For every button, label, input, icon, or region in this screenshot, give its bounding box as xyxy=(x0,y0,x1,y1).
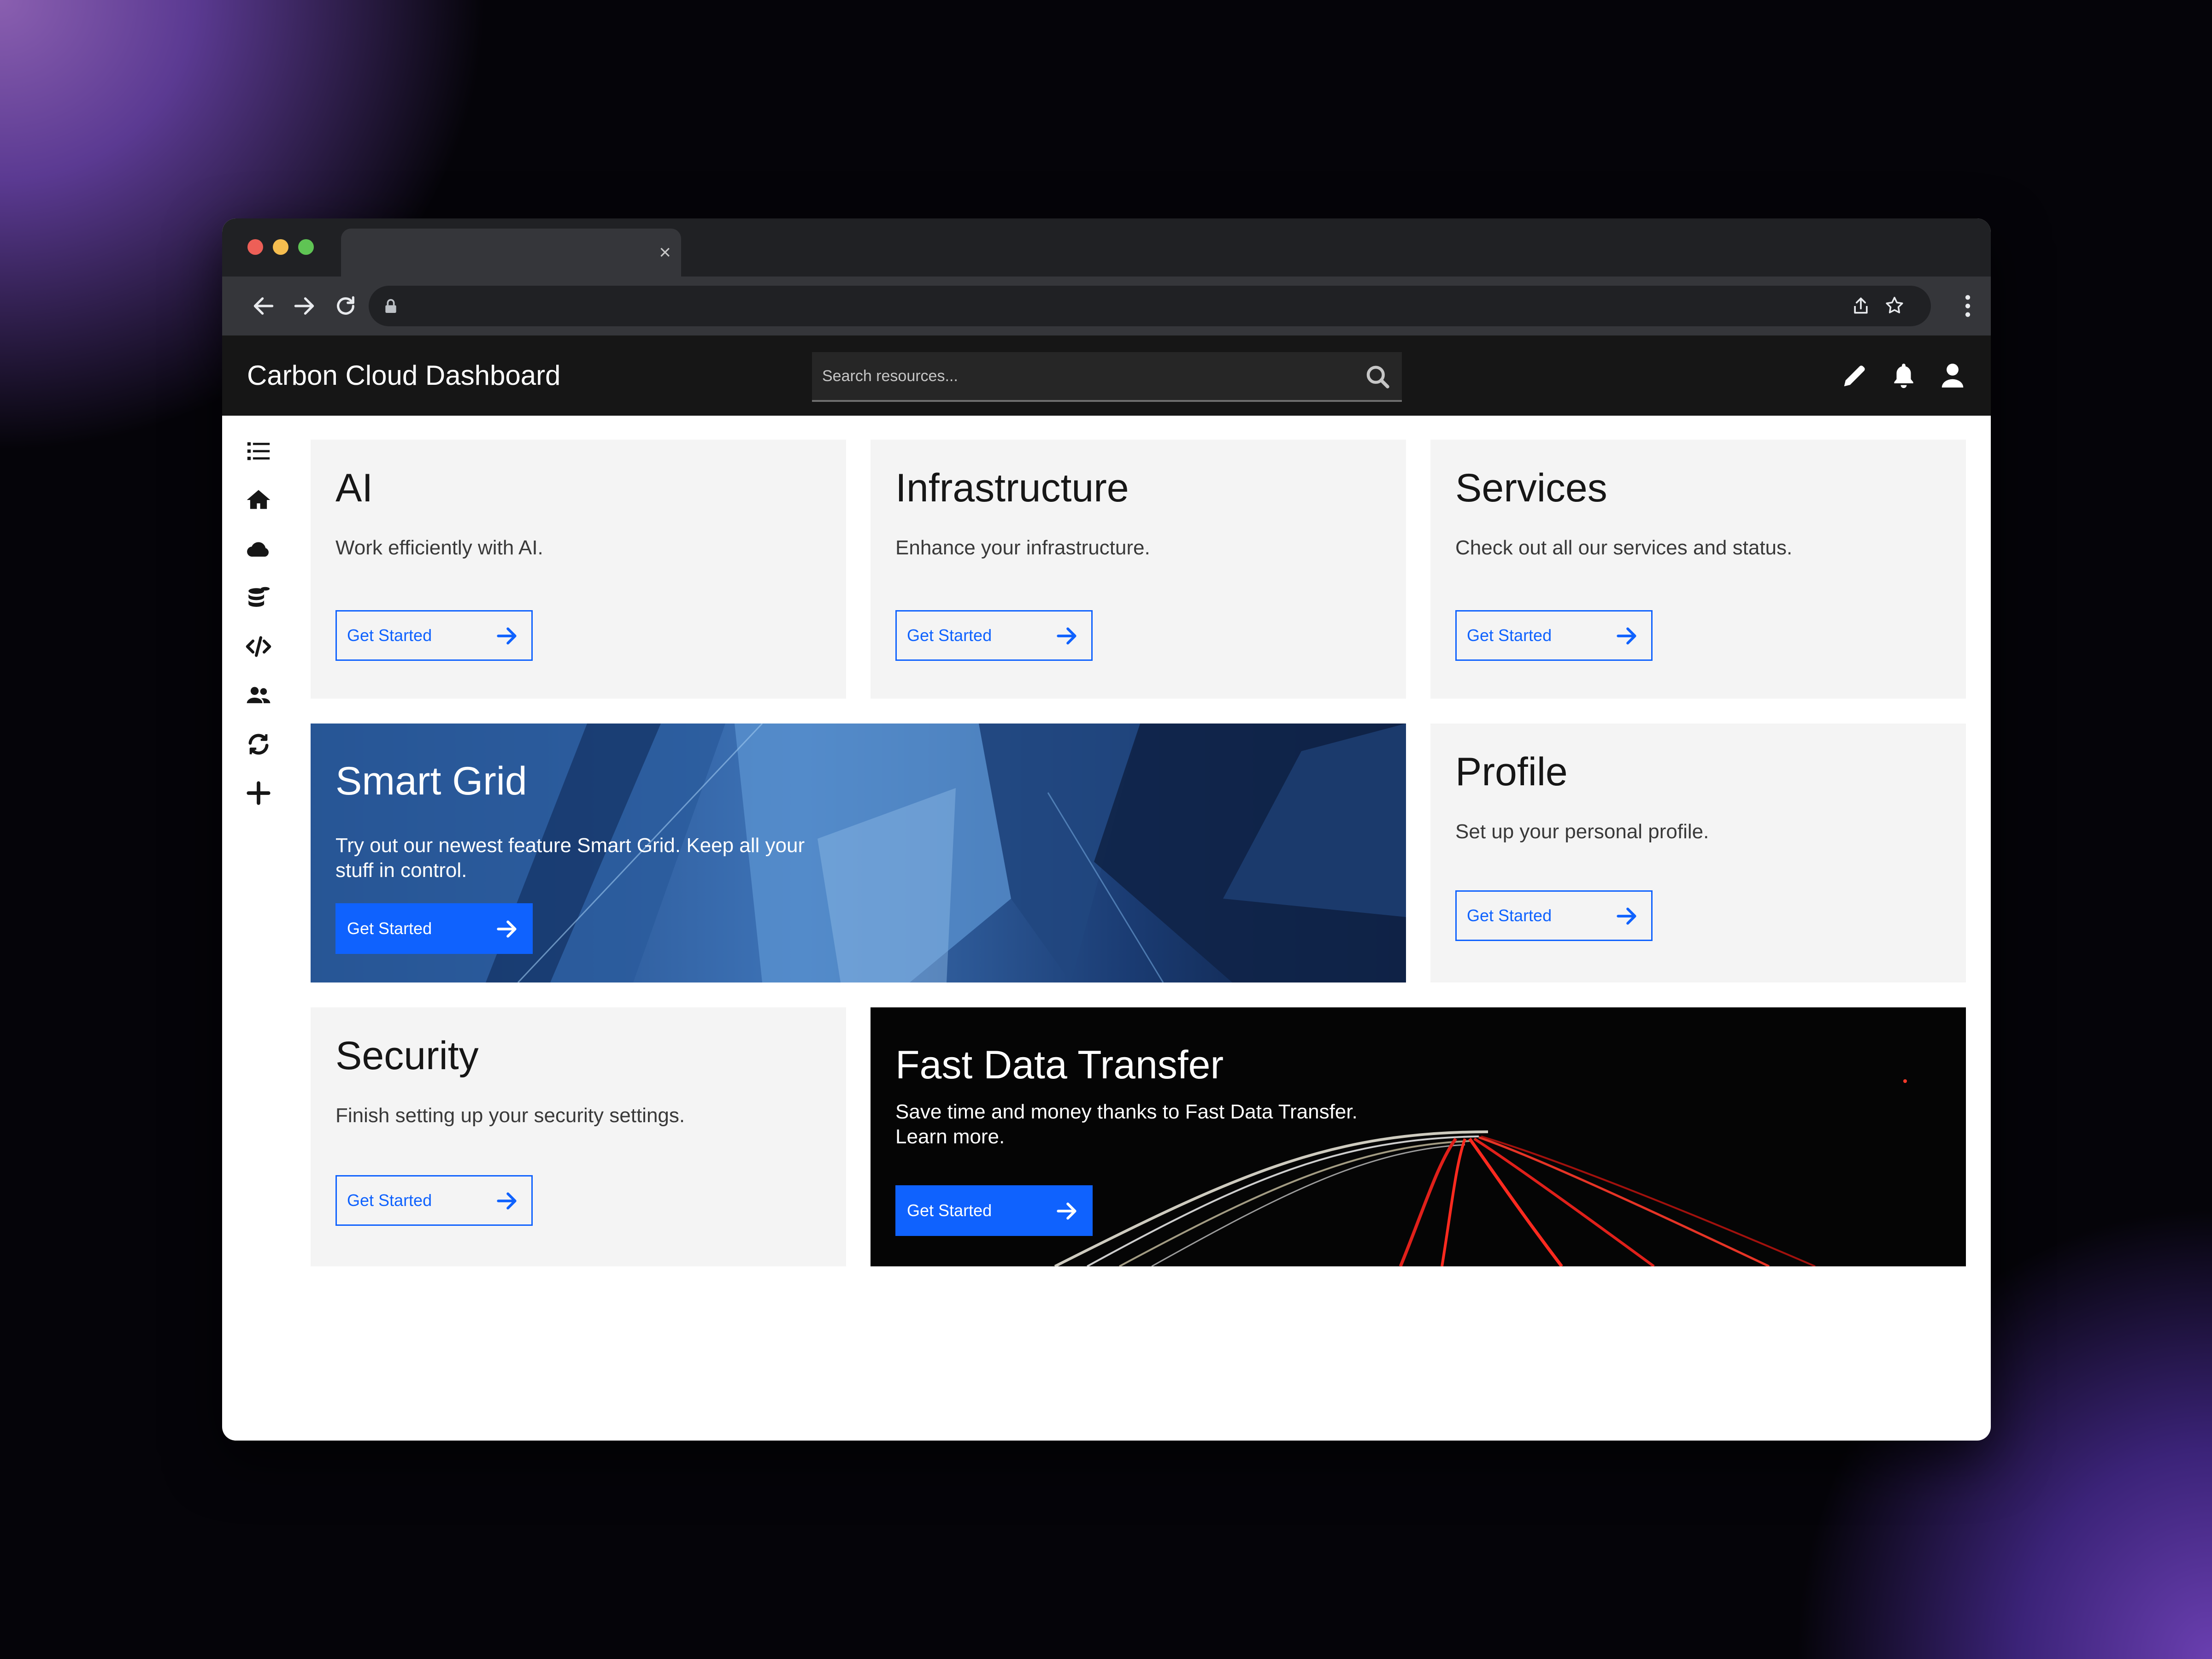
profile-card-title: Profile xyxy=(1455,749,1568,795)
tab-close-icon[interactable]: × xyxy=(659,239,671,266)
smart-grid-banner: Smart Grid Try out our newest feature Sm… xyxy=(311,724,1406,982)
user-profile-icon[interactable] xyxy=(1938,361,1967,390)
fast-data-get-started-button[interactable]: Get Started xyxy=(895,1185,1093,1236)
users-icon[interactable] xyxy=(245,682,272,709)
smart-grid-description: Try out our newest feature Smart Grid. K… xyxy=(335,833,824,883)
security-card-title: Security xyxy=(335,1033,479,1079)
button-label: Get Started xyxy=(347,1177,432,1224)
forward-arrow-icon[interactable] xyxy=(291,293,317,319)
address-bar[interactable] xyxy=(369,286,1931,326)
search-box xyxy=(812,352,1402,402)
security-card: Security Finish setting up your security… xyxy=(311,1007,846,1266)
notification-bell-icon[interactable] xyxy=(1889,361,1918,390)
code-icon[interactable] xyxy=(245,633,272,660)
ai-get-started-button[interactable]: Get Started xyxy=(335,610,533,661)
arrow-right-icon xyxy=(1055,624,1078,647)
plus-icon[interactable] xyxy=(245,780,272,806)
share-icon[interactable] xyxy=(1851,296,1871,316)
infrastructure-card-title: Infrastructure xyxy=(895,465,1129,511)
fast-data-title: Fast Data Transfer xyxy=(895,1042,1224,1088)
search-input[interactable] xyxy=(812,352,1402,400)
services-card: Services Check out all our services and … xyxy=(1430,440,1966,699)
smart-grid-get-started-button[interactable]: Get Started xyxy=(335,903,533,954)
app-title[interactable]: Carbon Cloud Dashboard xyxy=(247,335,560,416)
reload-icon[interactable] xyxy=(333,293,359,319)
browser-menu-icon[interactable] xyxy=(1963,293,1972,319)
infrastructure-get-started-button[interactable]: Get Started xyxy=(895,610,1093,661)
cloud-icon[interactable] xyxy=(245,535,272,562)
arrow-right-icon xyxy=(495,624,518,647)
profile-card-description: Set up your personal profile. xyxy=(1455,820,1709,843)
back-arrow-icon[interactable] xyxy=(251,293,276,319)
button-label: Get Started xyxy=(347,905,432,953)
edit-pencil-icon[interactable] xyxy=(1841,361,1869,390)
lock-icon xyxy=(382,297,400,315)
button-label: Get Started xyxy=(347,612,432,659)
window-close-button[interactable] xyxy=(247,239,263,255)
profile-card: Profile Set up your personal profile. Ge… xyxy=(1430,724,1966,982)
browser-window: × xyxy=(222,218,1991,1441)
infrastructure-card: Infrastructure Enhance your infrastructu… xyxy=(871,440,1406,699)
ai-card-description: Work efficiently with AI. xyxy=(335,536,543,559)
search-icon[interactable] xyxy=(1365,364,1391,390)
list-icon[interactable] xyxy=(245,438,272,465)
arrow-right-icon xyxy=(1615,624,1638,647)
button-label: Get Started xyxy=(1467,892,1552,940)
arrow-right-icon xyxy=(495,918,518,941)
bookmark-star-icon[interactable] xyxy=(1884,295,1905,316)
home-icon[interactable] xyxy=(245,487,272,513)
services-get-started-button[interactable]: Get Started xyxy=(1455,610,1653,661)
button-label: Get Started xyxy=(907,612,992,659)
arrow-right-icon xyxy=(495,1189,518,1212)
smart-grid-title: Smart Grid xyxy=(335,759,527,804)
database-icon[interactable] xyxy=(245,584,272,611)
ai-card: AI Work efficiently with AI. Get Started xyxy=(311,440,846,699)
fast-data-transfer-banner: Fast Data Transfer Save time and money t… xyxy=(871,1007,1966,1266)
services-card-description: Check out all our services and status. xyxy=(1455,536,1792,559)
button-label: Get Started xyxy=(1467,612,1552,659)
window-minimize-button[interactable] xyxy=(273,239,288,255)
app-header: Carbon Cloud Dashboard xyxy=(222,335,1991,416)
arrow-right-icon xyxy=(1615,905,1638,928)
browser-tab-bar: × xyxy=(222,218,1991,276)
window-maximize-button[interactable] xyxy=(298,239,314,255)
fast-data-description: Save time and money thanks to Fast Data … xyxy=(895,1100,1384,1149)
arrow-right-icon xyxy=(1055,1200,1078,1223)
infrastructure-card-description: Enhance your infrastructure. xyxy=(895,536,1150,559)
ai-card-title: AI xyxy=(335,465,373,511)
browser-tab[interactable]: × xyxy=(341,229,681,276)
sync-icon[interactable] xyxy=(245,731,272,758)
browser-toolbar xyxy=(222,276,1991,335)
services-card-title: Services xyxy=(1455,465,1607,511)
profile-get-started-button[interactable]: Get Started xyxy=(1455,890,1653,941)
button-label: Get Started xyxy=(907,1187,992,1235)
security-get-started-button[interactable]: Get Started xyxy=(335,1175,533,1226)
security-card-description: Finish setting up your security settings… xyxy=(335,1104,685,1127)
